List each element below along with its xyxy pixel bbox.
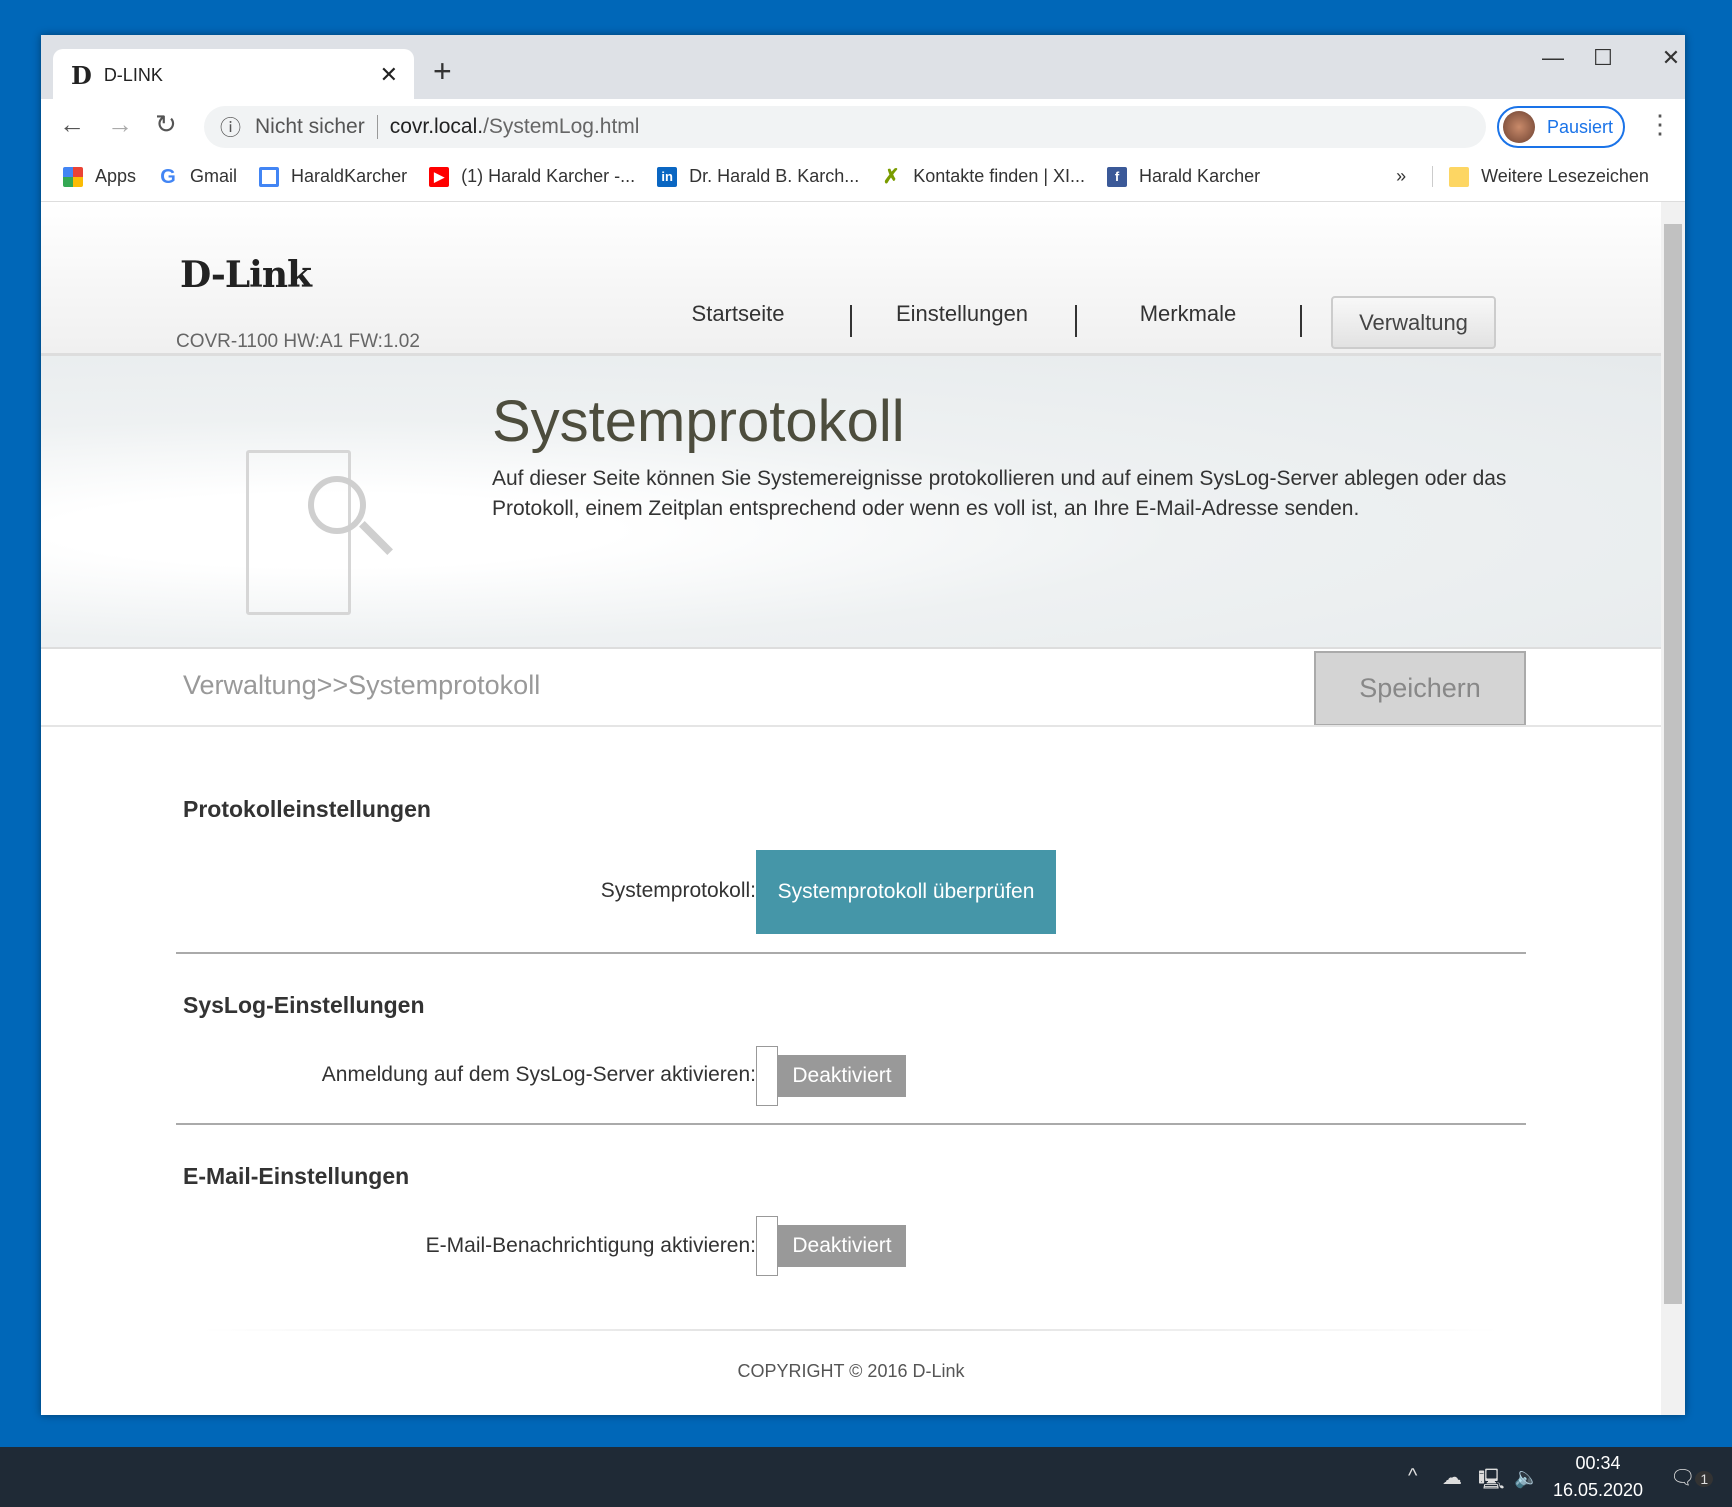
bookmark-facebook[interactable]: f Harald Karcher bbox=[1107, 166, 1260, 187]
nav-separator bbox=[1300, 305, 1302, 337]
site-header: D-Link COVR-1100 HW:A1 FW:1.02 Startseit… bbox=[41, 202, 1661, 356]
model-info: COVR-1100 HW:A1 FW:1.02 bbox=[176, 331, 420, 352]
bookmark-label: Gmail bbox=[190, 166, 238, 186]
forward-button[interactable]: → bbox=[107, 109, 133, 140]
save-button[interactable]: Speichern bbox=[1314, 651, 1526, 726]
security-label: Nicht sicher bbox=[255, 115, 378, 139]
nav-separator bbox=[850, 305, 852, 337]
toggle-state: Deaktiviert bbox=[778, 1055, 906, 1097]
linkedin-icon: in bbox=[657, 166, 678, 187]
other-bookmarks[interactable]: Weitere Lesezeichen bbox=[1432, 166, 1649, 187]
minimize-button[interactable]: — bbox=[1533, 45, 1573, 71]
url-host: covr.local. bbox=[389, 115, 484, 138]
youtube-icon: ▶ bbox=[429, 166, 450, 187]
time: 00:34 bbox=[1575, 1453, 1621, 1473]
new-tab-button[interactable]: + bbox=[433, 53, 452, 90]
tab-title: D-LINK bbox=[103, 64, 163, 85]
scrollbar-thumb[interactable] bbox=[1664, 224, 1682, 1304]
email-toggle[interactable]: Deaktiviert bbox=[756, 1216, 906, 1276]
bookmark-label: Harald Karcher bbox=[1139, 166, 1261, 186]
folder-icon bbox=[1449, 166, 1470, 187]
profile-button[interactable]: Pausiert bbox=[1497, 106, 1625, 148]
check-systemlog-button[interactable]: Systemprotokoll überprüfen bbox=[756, 850, 1056, 934]
page-description: Auf dieser Seite können Sie Systemereign… bbox=[492, 467, 1507, 520]
bookmark-label: Weitere Lesezeichen bbox=[1481, 166, 1649, 186]
syslog-enable-label: Anmeldung auf dem SysLog-Server aktivier… bbox=[321, 1063, 756, 1086]
notification-icon[interactable]: 🗨 1 bbox=[1670, 1465, 1714, 1490]
bookmark-haraldkarcher[interactable]: HaraldKarcher bbox=[259, 166, 407, 187]
bookmark-gmail[interactable]: G Gmail bbox=[158, 166, 237, 187]
google-icon: G bbox=[160, 165, 176, 188]
section-title-syslog: SysLog-Einstellungen bbox=[183, 992, 425, 1018]
onedrive-icon[interactable]: ☁ bbox=[1442, 1465, 1462, 1490]
nav-einstellungen[interactable]: Einstellungen bbox=[862, 301, 1062, 327]
bookmark-label: Apps bbox=[95, 166, 137, 186]
info-icon[interactable]: ⓘ bbox=[220, 112, 241, 142]
xing-icon: ✗ bbox=[882, 165, 900, 188]
bookmark-youtube[interactable]: ▶ (1) Harald Karcher -... bbox=[429, 166, 635, 187]
bookmarks-bar: Apps G Gmail HaraldKarcher ▶ (1) Harald Ka… bbox=[41, 152, 1685, 202]
magnifier-handle bbox=[359, 521, 393, 555]
facebook-icon: f bbox=[1107, 166, 1128, 187]
url-path: /SystemLog.html bbox=[483, 115, 640, 138]
apps-grid-icon bbox=[63, 166, 83, 187]
section-title-log: Protokolleinstellungen bbox=[183, 796, 431, 822]
bookmark-apps[interactable]: Apps bbox=[63, 166, 136, 187]
bookmark-label: Dr. Harald B. Karch... bbox=[689, 166, 860, 186]
browser-window: D D-LINK ✕ + — ☐ ✕ ← → ↻ ⚿ ☆ ⋮ ⓘ Nicht s… bbox=[41, 35, 1685, 1415]
syslog-toggle[interactable]: Deaktiviert bbox=[756, 1046, 906, 1106]
back-button[interactable]: ← bbox=[59, 109, 85, 140]
section-title-email: E-Mail-Einstellungen bbox=[183, 1163, 410, 1189]
toggle-knob bbox=[756, 1046, 778, 1106]
footer-divider bbox=[201, 1329, 1501, 1331]
magnifier-icon bbox=[308, 476, 366, 534]
profile-status: Pausiert bbox=[1547, 116, 1614, 137]
dlink-favicon-icon: D bbox=[71, 60, 92, 90]
taskbar: ^ ☁ 🖳 🔈 00:34 16.05.2020 🗨 1 bbox=[0, 1447, 1732, 1507]
clock[interactable]: 00:34 16.05.2020 bbox=[1552, 1453, 1644, 1501]
close-tab-icon[interactable]: ✕ bbox=[380, 62, 398, 88]
divider bbox=[176, 952, 1526, 954]
url-text[interactable]: covr.local./SystemLog.html bbox=[390, 115, 640, 139]
menu-button[interactable]: ⋮ bbox=[1647, 109, 1673, 140]
nav-verwaltung[interactable]: Verwaltung bbox=[1331, 296, 1496, 349]
show-hidden-icons[interactable]: ^ bbox=[1408, 1465, 1417, 1488]
nav-merkmale[interactable]: Merkmale bbox=[1088, 301, 1288, 327]
dlink-logo: D-Link bbox=[180, 254, 312, 296]
close-window-button[interactable]: ✕ bbox=[1651, 45, 1691, 71]
volume-icon[interactable]: 🔈 bbox=[1514, 1465, 1539, 1490]
page-title: Systemprotokoll bbox=[492, 389, 905, 454]
bookmark-xing[interactable]: ✗ Kontakte finden | XI... bbox=[881, 166, 1085, 187]
nav-startseite[interactable]: Startseite bbox=[638, 301, 838, 327]
bookmark-label: Kontakte finden | XI... bbox=[913, 166, 1086, 186]
tab-dlink[interactable]: D D-LINK ✕ bbox=[53, 49, 414, 101]
notification-count: 1 bbox=[1695, 1471, 1714, 1487]
tab-strip: D D-LINK ✕ + — ☐ ✕ bbox=[41, 35, 1685, 101]
date: 16.05.2020 bbox=[1552, 1480, 1644, 1500]
network-icon[interactable]: 🖳 bbox=[1478, 1465, 1505, 1499]
bookmark-linkedin[interactable]: in Dr. Harald B. Karch... bbox=[657, 166, 859, 187]
more-bookmarks-button[interactable]: » bbox=[1396, 166, 1406, 187]
divider bbox=[176, 1123, 1526, 1125]
page-content: D-Link COVR-1100 HW:A1 FW:1.02 Startseit… bbox=[41, 202, 1661, 1415]
address-bar[interactable]: ⓘ Nicht sicher covr.local./SystemLog.htm… bbox=[204, 106, 1486, 148]
reload-button[interactable]: ↻ bbox=[155, 109, 177, 140]
avatar bbox=[1503, 111, 1535, 143]
divider bbox=[41, 725, 1661, 727]
toggle-state: Deaktiviert bbox=[778, 1225, 906, 1267]
nav-separator bbox=[1075, 305, 1077, 337]
bookmark-label: (1) Harald Karcher -... bbox=[461, 166, 636, 186]
page-icon bbox=[259, 166, 280, 187]
scrollbar[interactable] bbox=[1661, 202, 1685, 1415]
copyright: COPYRIGHT © 2016 D-Link bbox=[737, 1361, 965, 1381]
breadcrumb: Verwaltung>>Systemprotokoll bbox=[183, 670, 541, 700]
toggle-knob bbox=[756, 1216, 778, 1276]
bookmark-label: HaraldKarcher bbox=[291, 166, 408, 186]
page-banner: Systemprotokoll Auf dieser Seite können … bbox=[41, 356, 1661, 649]
email-enable-label: E-Mail-Benachrichtigung aktivieren: bbox=[425, 1234, 756, 1257]
systemlog-label: Systemprotokoll: bbox=[600, 879, 756, 902]
maximize-button[interactable]: ☐ bbox=[1583, 45, 1623, 71]
